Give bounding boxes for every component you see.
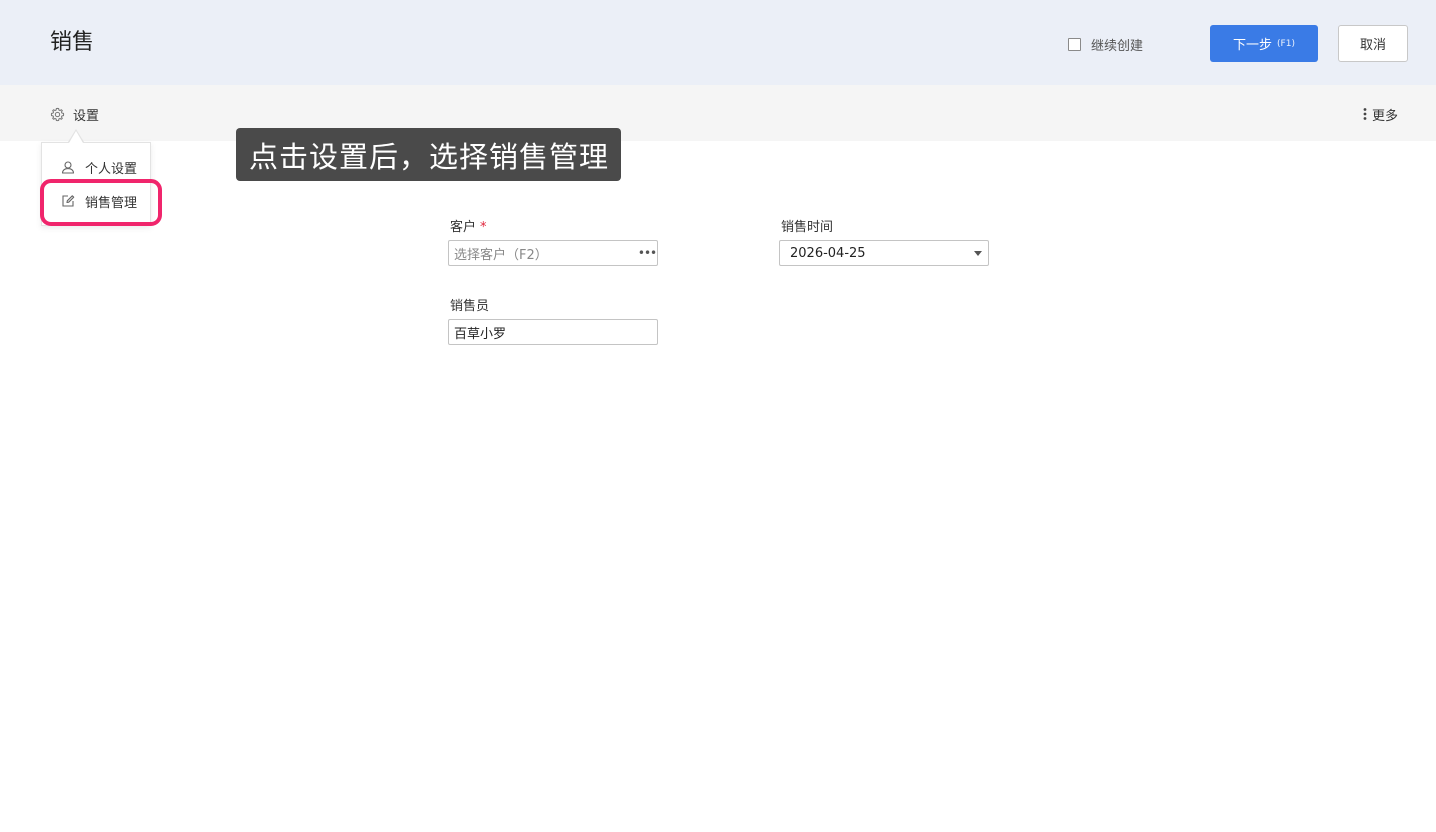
customer-select-field[interactable]: 选择客户（F2） ••• — [448, 240, 658, 266]
ellipsis-icon[interactable]: ••• — [637, 246, 657, 260]
next-step-label: 下一步 — [1233, 38, 1273, 53]
user-icon — [61, 160, 75, 174]
toolbar — [0, 85, 1436, 141]
customer-label: 客户 * — [450, 219, 487, 237]
cancel-button[interactable]: 取消 — [1338, 25, 1408, 62]
next-step-button[interactable]: 下一步 (F1) — [1210, 25, 1318, 62]
settings-label: 设置 — [73, 108, 100, 124]
page-header: 销售 继续创建 下一步 (F1) 取消 — [0, 0, 1436, 85]
page-title: 销售 — [50, 30, 95, 55]
cancel-label: 取消 — [1359, 38, 1386, 53]
continue-create-option[interactable]: 继续创建 — [1068, 34, 1143, 54]
menu-item-personal-settings[interactable]: 个人设置 — [61, 157, 137, 177]
tooltip-text: 点击设置后，选择销售管理 — [249, 139, 610, 174]
more-label: 更多 — [1371, 108, 1398, 124]
continue-create-checkbox[interactable] — [1068, 37, 1081, 51]
menu-item-label: 个人设置 — [85, 161, 138, 177]
chevron-down-icon — [974, 250, 982, 256]
salesperson-field[interactable]: 百草小罗 — [448, 319, 658, 345]
highlight-box — [40, 179, 162, 226]
settings-button[interactable]: 设置 — [50, 104, 99, 124]
customer-placeholder: 选择客户（F2） — [454, 247, 548, 263]
salesperson-value: 百草小罗 — [454, 326, 507, 342]
next-step-hotkey: (F1) — [1277, 38, 1295, 49]
sale-time-value: 2026-04-25 — [790, 245, 866, 261]
continue-create-label: 继续创建 — [1091, 38, 1144, 54]
sale-time-label: 销售时间 — [781, 220, 834, 235]
vertical-dots-icon — [1362, 107, 1368, 121]
instruction-tooltip: 点击设置后，选择销售管理 — [236, 128, 622, 181]
customer-label-text: 客户 — [450, 220, 477, 235]
gear-icon — [50, 107, 65, 122]
more-button[interactable]: 更多 — [1362, 104, 1398, 124]
salesperson-label: 销售员 — [450, 299, 490, 314]
sale-time-select[interactable]: 2026-04-25 — [779, 240, 989, 266]
dropdown-caret-inner — [69, 131, 83, 143]
required-mark: * — [480, 220, 487, 235]
